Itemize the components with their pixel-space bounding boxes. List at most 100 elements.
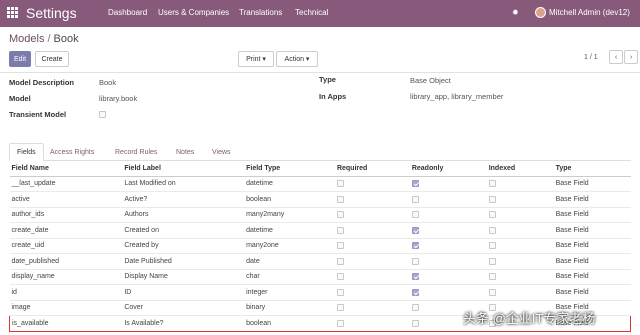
in-apps-value: library_app, library_member <box>410 92 504 101</box>
type-cell: Base Field <box>553 176 631 192</box>
field-name-cell: date_published <box>9 253 123 270</box>
table-row[interactable]: __last_update Last Modified on datetime Bas… <box>9 176 631 192</box>
field-name-cell: create_uid <box>9 238 123 254</box>
menu-translations[interactable]: Translations <box>239 8 282 17</box>
readonly-checkbox <box>409 191 487 208</box>
field-type-cell: integer <box>244 284 335 301</box>
breadcrumb-separator: / <box>47 33 51 45</box>
tab-notes[interactable]: Notes <box>169 143 201 161</box>
field-type-cell: char <box>244 269 335 285</box>
app-title: Settings <box>26 5 77 21</box>
field-type-cell: datetime <box>244 176 335 192</box>
field-label-cell: Authors <box>122 207 245 223</box>
user-menu[interactable]: Mitchell Admin (dev12) <box>549 8 630 17</box>
required-checkbox <box>334 207 410 223</box>
control-panel: Models / Book Edit Create Print ▾ Action ▾… <box>0 27 640 73</box>
column-header[interactable]: Field Type <box>244 161 335 177</box>
readonly-checkbox <box>409 238 487 254</box>
indexed-checkbox <box>486 207 554 223</box>
model-label: Model <box>9 94 31 103</box>
field-type-cell: date <box>244 253 335 270</box>
type-cell: Base Field <box>553 207 631 223</box>
edit-button[interactable]: Edit <box>9 51 31 67</box>
type-cell: Base Field <box>553 222 631 239</box>
tab-record-rules[interactable]: Record Rules <box>108 143 164 161</box>
type-value: Base Object <box>410 76 451 85</box>
table-row[interactable]: date_published Date Published date Base Fie… <box>9 253 631 270</box>
pager-value[interactable]: 1 / 1 <box>584 54 598 61</box>
field-name-cell: is_available <box>9 315 123 332</box>
type-cell: Base Field <box>553 191 631 208</box>
type-cell: Base Field <box>553 253 631 270</box>
required-checkbox <box>334 222 410 239</box>
menu-users-companies[interactable]: Users & Companies <box>158 8 229 17</box>
required-checkbox <box>334 253 410 270</box>
column-header[interactable]: Field Name <box>9 161 123 177</box>
model-value: library.book <box>99 94 138 103</box>
table-row[interactable]: create_uid Created by many2one Base Field <box>9 238 631 254</box>
menu-technical[interactable]: Technical <box>295 8 328 17</box>
breadcrumb-models[interactable]: Models <box>9 33 44 45</box>
field-type-cell: boolean <box>244 191 335 208</box>
table-row[interactable]: author_ids Authors many2many Base Field <box>9 207 631 223</box>
type-cell: Base Field <box>553 284 631 301</box>
transient-model-label: Transient Model <box>9 110 67 119</box>
table-row[interactable]: id ID integer Base Field <box>9 284 631 301</box>
indexed-checkbox <box>486 222 554 239</box>
field-label-cell: Active? <box>122 191 245 208</box>
field-type-cell: many2one <box>244 238 335 254</box>
pager-prev-icon[interactable]: ‹ <box>609 50 623 64</box>
watermark: 头条 @企业IT专家老杨 <box>463 311 596 326</box>
column-header[interactable]: Indexed <box>486 161 554 177</box>
indexed-checkbox <box>486 253 554 270</box>
field-name-cell: active <box>9 191 123 208</box>
required-checkbox <box>334 300 410 316</box>
readonly-checkbox <box>409 253 487 270</box>
field-name-cell: image <box>9 300 123 316</box>
field-name-cell: author_ids <box>9 207 123 223</box>
table-row[interactable]: display_name Display Name char Base Field <box>9 269 631 285</box>
create-button[interactable]: Create <box>35 51 69 67</box>
action-dropdown[interactable]: Action ▾ <box>276 51 318 67</box>
indexed-checkbox <box>486 269 554 285</box>
column-header[interactable]: Required <box>334 161 410 177</box>
apps-menu-icon[interactable] <box>7 7 18 18</box>
indexed-checkbox <box>486 191 554 208</box>
field-label-cell: Last Modified on <box>122 176 245 192</box>
tab-fields[interactable]: Fields <box>9 143 44 161</box>
form-sheet: Model Description Book Model library.boo… <box>0 73 640 335</box>
field-label-cell: Is Available? <box>122 315 245 332</box>
pager-next-icon[interactable]: › <box>624 50 638 64</box>
required-checkbox <box>334 269 410 285</box>
required-checkbox <box>334 191 410 208</box>
field-type-cell: datetime <box>244 222 335 239</box>
tab-views[interactable]: Views <box>205 143 238 161</box>
avatar[interactable] <box>535 7 546 18</box>
type-cell: Base Field <box>553 269 631 285</box>
field-name-cell: display_name <box>9 269 123 285</box>
column-header[interactable]: Readonly <box>409 161 487 177</box>
column-header[interactable]: Type <box>553 161 631 177</box>
field-type-cell: many2many <box>244 207 335 223</box>
required-checkbox <box>334 176 410 192</box>
menu-dashboard[interactable]: Dashboard <box>108 8 147 17</box>
required-checkbox <box>334 238 410 254</box>
indexed-checkbox <box>486 176 554 192</box>
table-row[interactable]: create_date Created on datetime Base Field <box>9 222 631 239</box>
model-description-value: Book <box>99 78 117 87</box>
table-header-row: Field Name Field Label Field Type Requir… <box>9 161 631 177</box>
top-navbar: Settings Dashboard Users & Companies Tra… <box>0 0 640 27</box>
field-type-cell: binary <box>244 300 335 316</box>
column-header[interactable]: Field Label <box>122 161 245 177</box>
type-label: Type <box>319 75 336 84</box>
breadcrumb: Models / Book <box>9 33 79 45</box>
model-description-label: Model Description <box>9 78 75 87</box>
readonly-checkbox <box>409 176 487 192</box>
field-name-cell: create_date <box>9 222 123 239</box>
tab-access-rights[interactable]: Access Rights <box>43 143 101 161</box>
table-row[interactable]: active Active? boolean Base Field <box>9 191 631 208</box>
field-type-cell: boolean <box>244 315 335 332</box>
print-dropdown[interactable]: Print ▾ <box>238 51 274 67</box>
field-name-cell: id <box>9 284 123 301</box>
bug-icon[interactable]: ✹ <box>512 8 519 17</box>
